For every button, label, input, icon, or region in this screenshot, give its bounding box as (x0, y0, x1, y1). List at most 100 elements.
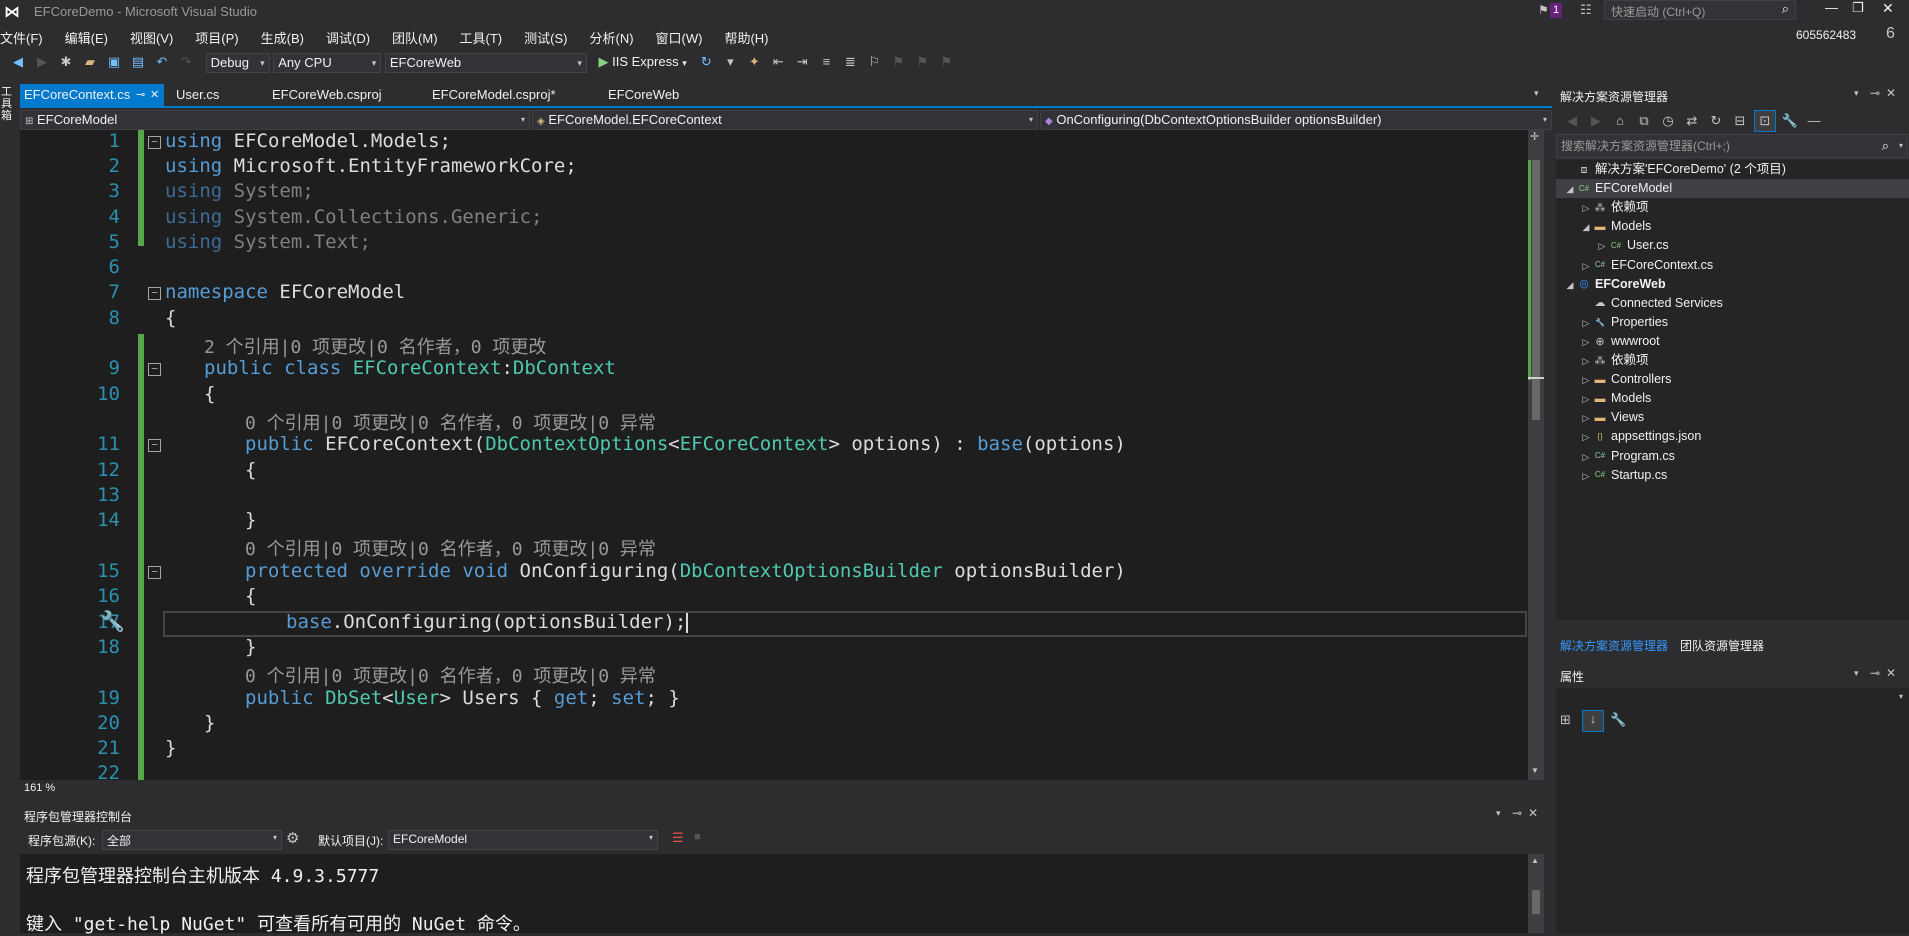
code-line[interactable]: } (245, 509, 256, 531)
pin-icon[interactable]: ⊸ (1870, 666, 1880, 680)
scroll-down-icon[interactable]: ▼ (1531, 766, 1539, 775)
pin-icon[interactable]: ⊸ (1870, 86, 1880, 100)
properties-icon[interactable]: 🔧 (1780, 111, 1800, 131)
menu-project[interactable]: 项目(P) (195, 24, 238, 47)
tree-item[interactable]: ▷ ▬ Models (1556, 389, 1909, 408)
menu-edit[interactable]: 编辑(E) (65, 24, 108, 47)
previous-bookmark-icon[interactable]: ⚑ (888, 52, 908, 72)
tab-user-cs[interactable]: User.cs (176, 84, 219, 106)
panel-options-icon[interactable]: ▾ (1854, 668, 1859, 679)
expand-arrow-icon[interactable]: ▷ (1580, 390, 1592, 409)
restore-window-icon[interactable]: ❐ (1852, 0, 1864, 16)
tree-item[interactable]: ◢ ▬ Models (1556, 217, 1909, 236)
code-line[interactable]: { (165, 307, 176, 329)
code-line[interactable]: { (204, 383, 215, 405)
pin-icon[interactable]: ⊸ (136, 84, 145, 106)
close-panel-icon[interactable]: ✕ (1528, 806, 1538, 820)
tree-item[interactable]: ▷ C# EFCoreContext.cs (1556, 256, 1909, 275)
panel-options-icon[interactable]: ▾ (1854, 88, 1859, 99)
expand-arrow-icon[interactable]: ▷ (1580, 352, 1592, 371)
code-line[interactable]: using System.Text; (165, 231, 371, 253)
preview-selected-icon[interactable]: — (1804, 111, 1824, 131)
expand-arrow-icon[interactable]: ▷ (1580, 257, 1592, 276)
forward-icon[interactable]: ▶ (1586, 111, 1606, 131)
user-account-id[interactable]: 605562483 (1796, 28, 1856, 42)
tab-solution-explorer[interactable]: 解决方案资源管理器 (1556, 635, 1673, 657)
tree-item[interactable]: ☁ Connected Services (1556, 294, 1909, 313)
show-all-files-icon[interactable]: ⊡ (1754, 110, 1776, 132)
collapse-region-icon[interactable]: − (148, 439, 161, 452)
clear-bookmarks-icon[interactable]: ⚑ (936, 52, 956, 72)
tab-overflow-dropdown-icon[interactable]: ▾ (1534, 88, 1539, 99)
code-line[interactable]: base.OnConfiguring(optionsBuilder); (286, 611, 689, 633)
indent-icon[interactable]: ⇥ (792, 52, 812, 72)
solution-platform-select[interactable]: Any CPU ▾ (273, 53, 382, 73)
pin-icon[interactable]: ⊸ (1512, 806, 1522, 820)
codelens-method-info[interactable]: 0 个引用|0 项更改|0 名作者，0 项更改|0 异常 (245, 535, 656, 561)
tree-item[interactable]: ▷ C# Program.cs (1556, 447, 1909, 466)
startup-project-select[interactable]: EFCoreWeb ▾ (384, 53, 587, 73)
expand-arrow-icon[interactable]: ▷ (1580, 199, 1592, 218)
expand-arrow-icon[interactable]: ▷ (1580, 409, 1592, 428)
property-pages-icon[interactable]: 🔧 (1610, 712, 1626, 728)
quick-launch-input[interactable]: 快速启动 (Ctrl+Q) (1611, 3, 1705, 20)
publish-icon[interactable]: ✦ (744, 52, 764, 72)
collapse-all-icon[interactable]: ⊟ (1730, 111, 1750, 131)
code-line[interactable]: } (204, 712, 215, 734)
tree-item[interactable]: ◢ ◎ EFCoreWeb (1556, 275, 1909, 294)
code-line[interactable]: using System; (165, 180, 314, 202)
navigate-forward-icon[interactable]: ▶ (32, 52, 52, 72)
stop-command-icon[interactable]: ■ (694, 831, 701, 843)
close-window-icon[interactable]: ✕ (1882, 0, 1894, 17)
refresh-icon[interactable]: ↻ (1706, 111, 1726, 131)
new-project-icon[interactable]: ✱ (56, 52, 76, 72)
quick-actions-screwdriver-icon[interactable]: 🔧 (100, 609, 125, 634)
tree-item[interactable]: ▷ ⁂ 依赖项 (1556, 198, 1909, 217)
home-icon[interactable]: ⌂ (1610, 111, 1630, 131)
menu-team[interactable]: 团队(M) (392, 24, 438, 47)
tree-item[interactable]: ▷ ⁂ 依赖项 (1556, 351, 1909, 370)
codelens-class-info[interactable]: 2 个引用|0 项更改|0 名作者，0 项更改 (204, 333, 546, 359)
next-bookmark-icon[interactable]: ⚑ (912, 52, 932, 72)
refresh-icon[interactable]: ↻ (696, 52, 716, 72)
menu-analyze[interactable]: 分析(N) (589, 24, 633, 47)
member-dropdown[interactable]: ◆ OnConfiguring(DbContextOptionsBuilder … (1040, 110, 1552, 130)
scrollbar-thumb[interactable] (1532, 890, 1540, 914)
package-source-select[interactable]: 全部 ▾ (102, 830, 282, 850)
package-manager-console-output[interactable]: 程序包管理器控制台主机版本 4.9.3.5777 键入 "get-help Nu… (20, 854, 1528, 935)
tab-efcorecontext-cs[interactable]: EFCoreContext.cs ⊸ ✕ (20, 84, 164, 106)
menu-view[interactable]: 视图(V) (130, 24, 173, 47)
menu-test[interactable]: 测试(S) (524, 24, 567, 47)
project-dropdown[interactable]: ⊞ EFCoreModel ▾ (20, 110, 530, 130)
minimize-window-icon[interactable]: — (1825, 0, 1838, 15)
solution-search-input[interactable]: 搜索解决方案资源管理器(Ctrl+;) (1561, 135, 1730, 157)
collapse-arrow-icon[interactable]: ◢ (1564, 180, 1576, 199)
tree-item[interactable]: ▷ ▬ Views (1556, 408, 1909, 427)
zoom-level[interactable]: 161 % (24, 782, 55, 794)
tab-efcoremodel-csproj[interactable]: EFCoreModel.csproj* (432, 84, 556, 106)
browser-link-icon[interactable]: ▾ (720, 52, 740, 72)
navigate-back-icon[interactable]: ◀ (8, 52, 28, 72)
menu-window[interactable]: 窗口(W) (656, 24, 703, 47)
code-editor[interactable]: 1 2 3 4 5 6 7 8 9 10 11 12 13 14 15 16 1… (20, 130, 1528, 780)
tab-efcoreweb-csproj[interactable]: EFCoreWeb.csproj (272, 84, 382, 106)
codelens-constructor-info[interactable]: 0 个引用|0 项更改|0 名作者，0 项更改|0 异常 (245, 409, 656, 435)
tree-item[interactable]: ▷ ⊕ wwwroot (1556, 332, 1909, 351)
outdent-icon[interactable]: ⇤ (768, 52, 788, 72)
expand-arrow-icon[interactable]: ▷ (1580, 371, 1592, 390)
codelens-property-info[interactable]: 0 个引用|0 项更改|0 名作者，0 项更改|0 异常 (245, 662, 656, 688)
live-share-badge[interactable]: 6 (1886, 25, 1895, 43)
clear-console-icon[interactable]: ☰ (672, 830, 684, 846)
quick-launch-box[interactable]: 快速启动 (Ctrl+Q) ⌕ (1604, 0, 1796, 20)
tree-item[interactable]: ◢ C# EFCoreModel (1556, 179, 1909, 199)
solution-explorer-search[interactable]: 搜索解决方案资源管理器(Ctrl+;) ⌕ ▾ (1556, 134, 1908, 158)
code-line[interactable]: public class EFCoreContext:DbContext (204, 357, 616, 379)
collapse-region-icon[interactable]: − (148, 363, 161, 376)
tree-item[interactable]: ▷ C# User.cs (1556, 236, 1909, 255)
chevron-down-icon[interactable]: ▾ (1899, 135, 1903, 157)
collapse-region-icon[interactable]: − (148, 287, 161, 300)
feedback-icon[interactable]: ☷ (1580, 2, 1592, 18)
code-line[interactable]: } (165, 737, 176, 759)
tree-item[interactable]: ▷ 🔧 Properties (1556, 313, 1909, 332)
categorized-view-icon[interactable]: ⊞ (1560, 712, 1571, 728)
